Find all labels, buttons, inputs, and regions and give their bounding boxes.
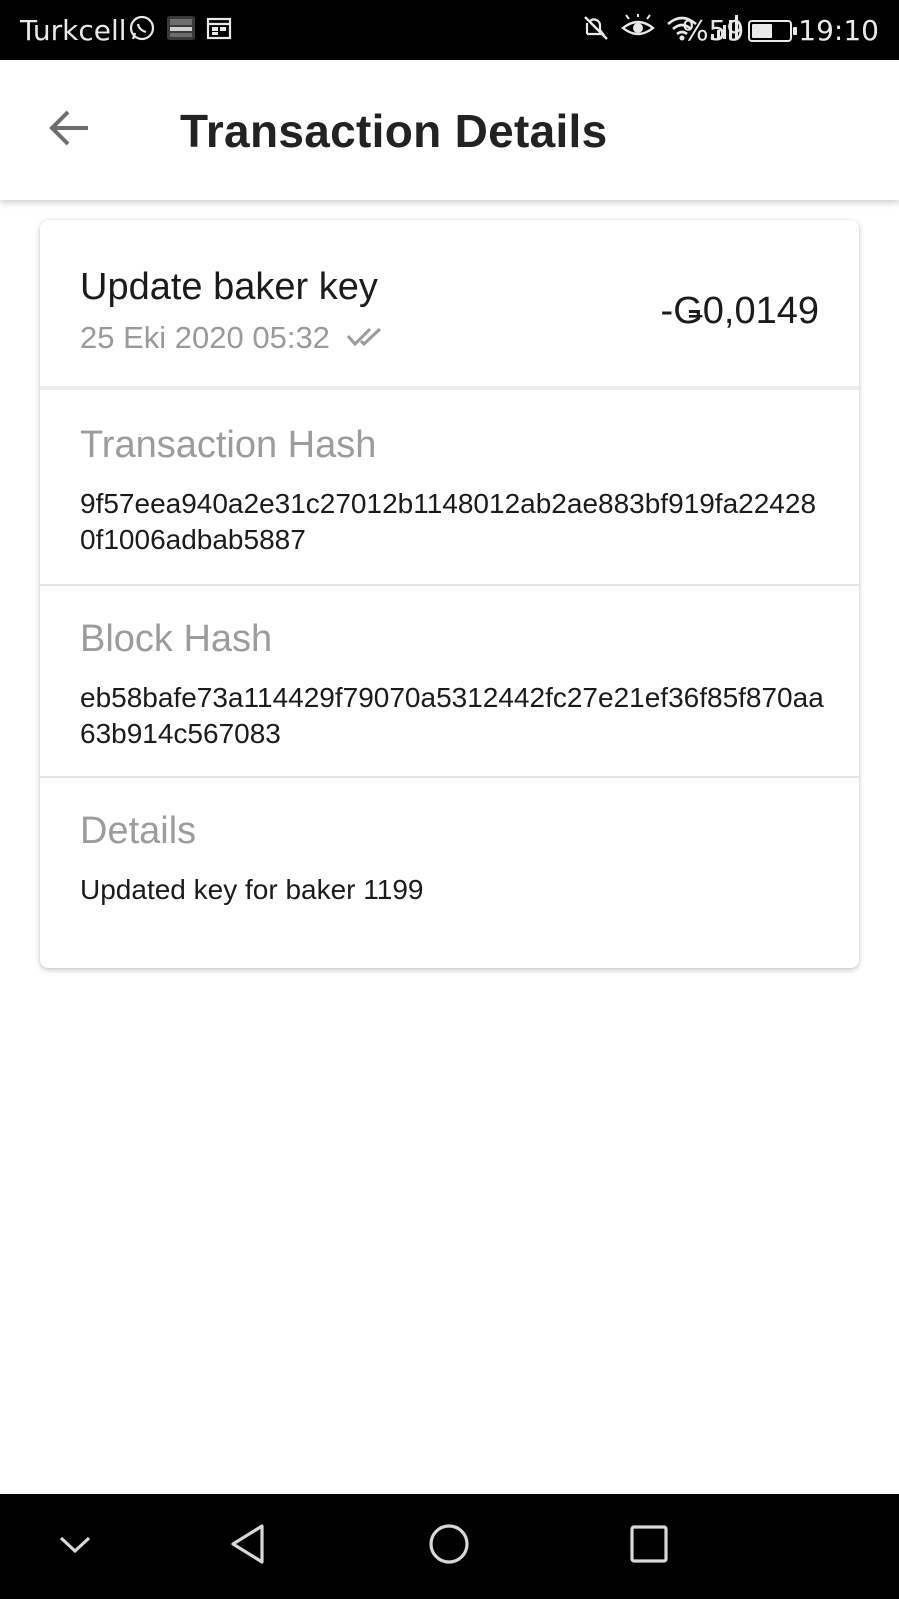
transaction-date: 25 Eki 2020 05:32: [80, 320, 330, 355]
recents-square-icon: [629, 1524, 669, 1569]
back-triangle-icon: [228, 1522, 268, 1571]
transaction-hash-section: Transaction Hash 9f57eea940a2e31c27012b1…: [40, 390, 859, 586]
system-navigation-bar: [0, 1494, 899, 1599]
nav-home-button[interactable]: [419, 1516, 479, 1576]
transaction-title: Update baker key: [80, 266, 378, 308]
app-bar: Transaction Details: [0, 60, 899, 200]
home-circle-icon: [427, 1522, 471, 1571]
mute-icon: [581, 13, 611, 48]
eye-comfort-icon: [621, 13, 655, 47]
battery-percent: %59: [682, 14, 745, 47]
carrier-name: Turkcell: [20, 14, 127, 47]
double-check-icon: [346, 320, 386, 356]
transaction-summary: Update baker key 25 Eki 2020 05:32 -Ǥ0,0…: [40, 220, 859, 390]
whatsapp-icon: [128, 14, 156, 47]
transaction-card: Update baker key 25 Eki 2020 05:32 -Ǥ0,0…: [40, 220, 859, 968]
block-hash-label: Block Hash: [80, 618, 273, 660]
status-bar: Turkcell %59 19:10: [0, 0, 899, 60]
calendar-icon: [206, 15, 232, 46]
transaction-amount: -Ǥ0,0149: [660, 290, 819, 332]
details-value: Updated key for baker 1199: [80, 874, 424, 905]
details-section: Details Updated key for baker 1199: [40, 778, 859, 968]
transaction-hash-label: Transaction Hash: [80, 424, 377, 466]
clock: 19:10: [798, 14, 879, 47]
battery-icon: [748, 20, 797, 42]
nav-recents-button[interactable]: [619, 1516, 679, 1576]
block-hash-value: eb58bafe73a114429f79070a5312442fc27e21ef…: [80, 682, 824, 749]
transaction-hash-value: 9f57eea940a2e31c27012b1148012ab2ae883bf9…: [80, 488, 817, 555]
dergilik-app-icon: [166, 14, 196, 47]
page-title: Transaction Details: [180, 105, 608, 157]
block-hash-section: Block Hash eb58bafe73a114429f79070a53124…: [40, 586, 859, 778]
nav-back-button[interactable]: [218, 1516, 278, 1576]
arrow-back-icon: [48, 108, 92, 153]
transaction-date-row: 25 Eki 2020 05:32: [80, 320, 386, 356]
details-label: Details: [80, 810, 197, 852]
hide-nav-button[interactable]: [45, 1516, 105, 1576]
chevron-down-icon: [57, 1532, 93, 1561]
back-button[interactable]: [38, 98, 102, 162]
notification-icons: [128, 14, 232, 46]
